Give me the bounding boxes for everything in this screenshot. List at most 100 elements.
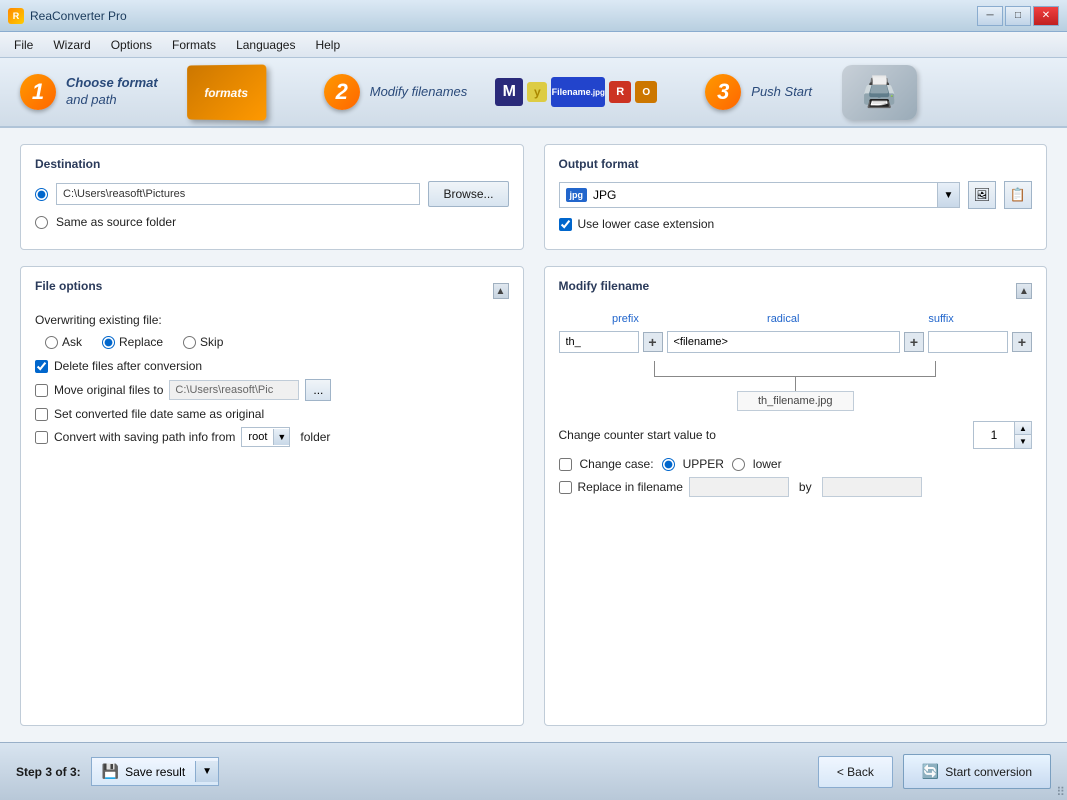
format-settings-button[interactable]: 🖼 xyxy=(968,181,996,209)
replace-checkbox[interactable] xyxy=(559,481,572,494)
suffix-plus-button[interactable]: + xyxy=(1012,332,1032,352)
save-combo-arrow[interactable]: ▼ xyxy=(195,761,218,782)
bottom-bar: Step 3 of 3: 💾 Save result ▼ < Back 🔄 St… xyxy=(0,742,1067,800)
change-case-checkbox[interactable] xyxy=(559,458,572,471)
browse-button[interactable]: Browse... xyxy=(428,181,508,207)
lower-case-label: Use lower case extension xyxy=(578,217,715,231)
format-select-arrow[interactable]: ▼ xyxy=(937,183,959,207)
main-content: Destination Browse... Same as source fol… xyxy=(0,128,1067,742)
minimize-button[interactable]: ─ xyxy=(977,6,1003,26)
step3-circle: 3 xyxy=(705,74,741,110)
destination-same-label: Same as source folder xyxy=(56,215,176,229)
saving-path-checkbox[interactable] xyxy=(35,431,48,444)
save-result-combo[interactable]: 💾 Save result ▼ xyxy=(91,757,219,786)
counter-input[interactable] xyxy=(974,425,1014,445)
radical-plus-button[interactable]: + xyxy=(904,332,924,352)
step2-item: 2 Modify filenames xyxy=(324,74,468,110)
overwrite-ask: Ask xyxy=(45,335,82,349)
counter-input-wrap: ▲ ▼ xyxy=(973,421,1032,449)
replace-to-input[interactable] xyxy=(822,477,922,497)
back-button[interactable]: < Back xyxy=(818,756,893,788)
file-options-section: File options ▲ Overwriting existing file… xyxy=(20,266,524,726)
overwrite-label: Overwriting existing file: xyxy=(35,313,509,327)
step1-item: 1 Choose formatand path xyxy=(20,74,158,110)
move-files-row: Move original files to ... xyxy=(35,379,509,401)
file-options-collapse[interactable]: ▲ xyxy=(493,283,509,299)
delete-files-label: Delete files after conversion xyxy=(54,359,202,373)
upper-case-radio[interactable] xyxy=(662,458,675,471)
lower-case-row: Use lower case extension xyxy=(559,217,1033,231)
modify-filename-collapse[interactable]: ▲ xyxy=(1016,283,1032,299)
menu-file[interactable]: File xyxy=(4,34,43,56)
output-format-title: Output format xyxy=(559,157,1033,171)
start-label: Start conversion xyxy=(945,765,1032,779)
destination-path-row: Browse... xyxy=(35,181,509,207)
radical-input[interactable] xyxy=(667,331,901,353)
set-date-checkbox[interactable] xyxy=(35,408,48,421)
delete-files-row: Delete files after conversion xyxy=(35,359,509,373)
move-files-browse-button[interactable]: ... xyxy=(305,379,331,401)
right-panel: Output format jpg JPG ▼ 🖼 📋 Us xyxy=(544,144,1048,726)
prefix-input[interactable] xyxy=(559,331,639,353)
app-icon: R xyxy=(8,8,24,24)
overwrite-ask-radio[interactable] xyxy=(45,336,58,349)
filename-preview-value: th_filename.jpg xyxy=(737,391,854,411)
start-conversion-button[interactable]: 🔄 Start conversion xyxy=(903,754,1051,789)
saving-path-combo[interactable]: root ▼ xyxy=(241,427,290,447)
destination-path-input[interactable] xyxy=(56,183,420,205)
set-date-row: Set converted file date same as original xyxy=(35,407,509,421)
left-panel: Destination Browse... Same as source fol… xyxy=(20,144,524,726)
lower-case-checkbox[interactable] xyxy=(559,218,572,231)
format-select-container[interactable]: jpg JPG ▼ xyxy=(559,182,961,208)
saving-path-combo-arrow[interactable]: ▼ xyxy=(273,429,289,445)
lower-case-radio[interactable] xyxy=(732,458,745,471)
overwrite-skip: Skip xyxy=(183,335,223,349)
replace-from-input[interactable] xyxy=(689,477,789,497)
step3-text: Push Start xyxy=(751,84,812,101)
resize-grip: ⠿ xyxy=(1056,786,1065,798)
change-case-label: Change case: xyxy=(580,457,654,471)
destination-same-radio[interactable] xyxy=(35,216,48,229)
step1-circle: 1 xyxy=(20,74,56,110)
counter-down-button[interactable]: ▼ xyxy=(1015,435,1031,448)
step1-text: Choose formatand path xyxy=(66,75,158,109)
step-label: Step 3 of 3: xyxy=(16,765,81,779)
destination-section: Destination Browse... Same as source fol… xyxy=(20,144,524,250)
close-button[interactable]: ✕ xyxy=(1033,6,1059,26)
app-title: ReaConverter Pro xyxy=(30,9,127,23)
overwrite-skip-radio[interactable] xyxy=(183,336,196,349)
filename-column-headers: prefix radical suffix xyxy=(559,313,1033,325)
folder-label: folder xyxy=(300,430,330,444)
destination-same-row: Same as source folder xyxy=(35,215,509,229)
menu-options[interactable]: Options xyxy=(101,34,162,56)
menu-wizard[interactable]: Wizard xyxy=(43,34,100,56)
prefix-plus-button[interactable]: + xyxy=(643,332,663,352)
modify-filename-header: Modify filename ▲ xyxy=(559,279,1033,303)
overwrite-replace-label: Replace xyxy=(119,335,163,349)
move-files-input[interactable] xyxy=(169,380,299,400)
change-case-row: Change case: UPPER lower xyxy=(559,457,1033,471)
maximize-button[interactable]: □ xyxy=(1005,6,1031,26)
counter-up-button[interactable]: ▲ xyxy=(1015,422,1031,435)
filename-inputs-row: + + + xyxy=(559,331,1033,353)
delete-files-checkbox[interactable] xyxy=(35,360,48,373)
radical-header: radical xyxy=(716,313,850,325)
step-banner: 1 Choose formatand path formats 2 Modify… xyxy=(0,58,1067,128)
menu-formats[interactable]: Formats xyxy=(162,34,226,56)
format-select-inner: jpg JPG xyxy=(560,185,938,205)
format-name: JPG xyxy=(593,188,616,202)
overwrite-replace: Replace xyxy=(102,335,163,349)
format-info-button[interactable]: 📋 xyxy=(1004,181,1032,209)
destination-path-radio[interactable] xyxy=(35,188,48,201)
menu-languages[interactable]: Languages xyxy=(226,34,305,56)
move-files-checkbox[interactable] xyxy=(35,384,48,397)
saving-path-combo-value: root xyxy=(242,428,273,446)
overwrite-replace-radio[interactable] xyxy=(102,336,115,349)
jpg-badge: jpg xyxy=(566,188,588,202)
suffix-input[interactable] xyxy=(928,331,1008,353)
modify-filename-section: Modify filename ▲ prefix radical suffix … xyxy=(544,266,1048,726)
modify-filename-title: Modify filename xyxy=(559,279,650,293)
overwrite-skip-label: Skip xyxy=(200,335,223,349)
menu-help[interactable]: Help xyxy=(305,34,350,56)
overwrite-ask-label: Ask xyxy=(62,335,82,349)
